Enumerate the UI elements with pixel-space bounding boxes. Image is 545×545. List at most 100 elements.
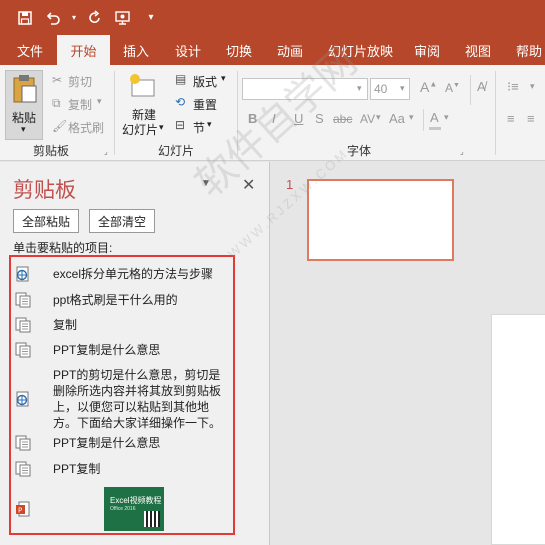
tab-transitions[interactable]: 切换	[226, 35, 252, 65]
tab-help[interactable]: 帮助	[516, 35, 542, 65]
group-divider	[470, 75, 471, 105]
bullets-icon[interactable]: ⁝≡	[507, 79, 519, 95]
tab-label: 设计	[175, 43, 202, 59]
copy-icon: ⧉	[52, 96, 61, 110]
slide-canvas[interactable]	[491, 314, 545, 545]
group-divider	[114, 71, 115, 155]
clipboard-item[interactable]: P Excel视频教程 Office 2016	[15, 487, 164, 531]
tab-file[interactable]: 文件	[17, 35, 43, 65]
tab-label: 文件	[17, 43, 44, 59]
clipboard-item-text: 复制	[53, 318, 78, 332]
ribbon: 粘贴 ▾ ✂ 剪切 ⧉ 复制 ▾ 🖌 格式刷 剪贴板 ⌟ 新建 幻灯片 ▾ ▤ …	[0, 65, 545, 161]
strikethrough-button[interactable]: abc	[333, 112, 352, 126]
pane-options-icon[interactable]: ▼	[201, 178, 211, 189]
clipboard-launcher-icon[interactable]: ⌟	[104, 147, 108, 156]
slide-editor	[475, 162, 545, 545]
copy-dropdown-icon[interactable]: ▾	[97, 96, 102, 107]
group-divider	[237, 71, 238, 155]
present-from-start-icon[interactable]	[112, 7, 134, 29]
scissors-icon: ✂	[52, 73, 63, 87]
redo-icon[interactable]	[84, 7, 106, 29]
change-case-button[interactable]: Aa	[389, 111, 405, 126]
cut-button[interactable]: 剪切	[68, 73, 92, 90]
clear-all-button[interactable]: 全部清空	[89, 209, 155, 233]
font-color-icon[interactable]: A	[430, 110, 439, 125]
clipboard-icon	[13, 75, 37, 103]
bullets-dropdown-icon[interactable]: ▾	[530, 81, 535, 92]
align-left-icon[interactable]: ≡	[507, 111, 515, 126]
layout-icon: ▤	[175, 72, 187, 86]
clipboard-item-text: PPT复制是什么意思	[53, 343, 161, 357]
qr-code-image	[144, 511, 160, 527]
clipboard-item[interactable]: PPT复制是什么意思	[15, 435, 160, 451]
format-painter-icon: 🖌	[52, 119, 68, 133]
layout-button[interactable]: 版式	[193, 73, 217, 90]
clipboard-item[interactable]: ppt格式刷是干什么用的	[15, 292, 178, 308]
change-case-dropdown-icon[interactable]: ▾	[409, 112, 414, 123]
clipboard-item-text: ppt格式刷是干什么用的	[53, 293, 178, 307]
tab-review[interactable]: 审阅	[414, 35, 440, 65]
tab-design[interactable]: 设计	[175, 35, 201, 65]
grow-font-icon[interactable]: A▲	[420, 79, 437, 95]
font-name-combo[interactable]: ▾	[242, 78, 368, 100]
new-slide-button[interactable]: 新建 幻灯片 ▾	[120, 70, 164, 140]
align-center-icon[interactable]: ≡	[527, 111, 535, 126]
tab-label: 插入	[123, 43, 150, 59]
tab-animations[interactable]: 动画	[277, 35, 303, 65]
web-clip-icon	[16, 266, 29, 282]
save-icon[interactable]	[14, 7, 36, 29]
group-divider	[495, 71, 496, 155]
undo-icon[interactable]	[42, 7, 64, 29]
customize-qat-icon[interactable]: ▾	[140, 7, 162, 29]
clear-formatting-icon[interactable]: A̸	[477, 79, 486, 94]
shadow-button[interactable]: S	[315, 111, 324, 126]
svg-text:P: P	[18, 507, 22, 515]
slides-group-label: 幻灯片	[158, 144, 195, 158]
char-spacing-dropdown-icon[interactable]: ▾	[376, 112, 381, 123]
tab-insert[interactable]: 插入	[123, 35, 149, 65]
tab-slideshow[interactable]: 幻灯片放映	[328, 35, 393, 65]
tab-label: 审阅	[414, 43, 441, 59]
clipboard-item[interactable]: PPT复制	[15, 461, 100, 477]
clear-all-label: 全部清空	[97, 214, 146, 229]
font-color-dropdown-icon[interactable]: ▾	[444, 112, 449, 123]
reset-button[interactable]: 重置	[193, 96, 217, 113]
clipboard-item[interactable]: excel拆分单元格的方法与步骤	[15, 266, 213, 282]
new-slide-icon	[130, 74, 155, 97]
tab-label: 帮助	[516, 43, 543, 59]
paste-button[interactable]: 粘贴 ▾	[5, 70, 43, 140]
clipboard-item[interactable]: PPT的剪切是什么意思，剪切是删除所选内容并将其放到剪贴板上，以便您可以粘贴到其…	[15, 367, 225, 431]
clipboard-item[interactable]: 复制	[15, 317, 77, 333]
clipboard-item-text: excel拆分单元格的方法与步骤	[53, 267, 214, 281]
paste-all-button[interactable]: 全部粘贴	[13, 209, 79, 233]
tab-view[interactable]: 视图	[465, 35, 491, 65]
section-button[interactable]: 节	[193, 119, 205, 136]
tab-home[interactable]: 开始	[57, 35, 110, 65]
close-icon[interactable]: ✕	[242, 175, 255, 195]
layout-dropdown-icon[interactable]: ▾	[221, 73, 226, 84]
font-launcher-icon[interactable]: ⌟	[460, 147, 464, 156]
format-painter-button[interactable]: 格式刷	[68, 119, 104, 136]
paste-dropdown-icon: ▾	[21, 124, 26, 134]
clipboard-item[interactable]: PPT复制是什么意思	[15, 342, 160, 358]
font-size-combo[interactable]: 40 ▾	[370, 78, 410, 100]
copy-button[interactable]: 复制	[68, 96, 92, 113]
italic-button[interactable]: I	[272, 111, 276, 126]
slide-thumbnails-pane: 1	[271, 162, 474, 545]
doc-clip-icon	[15, 292, 31, 308]
font-size-value: 40	[374, 82, 388, 96]
slide-thumbnail[interactable]	[307, 179, 454, 261]
doc-clip-icon	[15, 342, 31, 358]
doc-clip-icon	[15, 461, 31, 477]
section-icon: ⊟	[175, 118, 186, 132]
shrink-font-icon[interactable]: A▼	[445, 81, 460, 95]
underline-button[interactable]: U	[294, 111, 303, 126]
tab-label: 开始	[70, 43, 97, 59]
char-spacing-button[interactable]: AV	[360, 112, 375, 126]
doc-clip-icon	[15, 435, 31, 451]
undo-dropdown-icon[interactable]: ▾	[70, 7, 78, 29]
clipboard-item-text: PPT复制是什么意思	[53, 436, 161, 450]
tab-label: 切换	[226, 43, 253, 59]
section-dropdown-icon[interactable]: ▾	[207, 119, 212, 130]
bold-button[interactable]: B	[248, 111, 257, 126]
